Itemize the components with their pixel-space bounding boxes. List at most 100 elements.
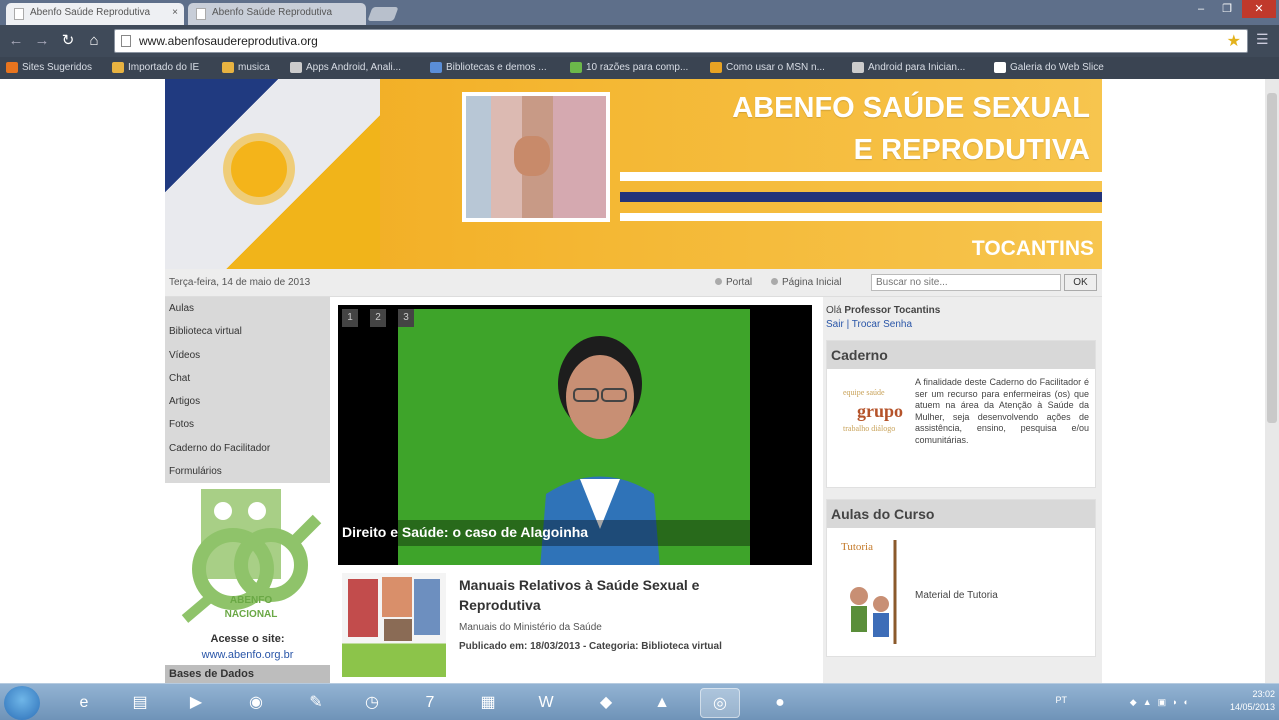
abenfo-nacional-logo[interactable]: ABENFO NACIONAL xyxy=(171,487,326,635)
site-title: ABENFO SAÚDE SEXUAL E REPRODUTIVA xyxy=(732,92,1090,166)
address-bar[interactable]: ★ xyxy=(114,29,1248,53)
word-icon[interactable]: W xyxy=(526,688,566,718)
video-slider[interactable]: 1 2 3 Direito e Saúde: o caso de Alagoin… xyxy=(338,305,812,565)
caderno-box: Caderno equipe saúde grupo trabalho diál… xyxy=(826,340,1096,488)
svg-text:trabalho diálogo: trabalho diálogo xyxy=(843,424,895,433)
stripe xyxy=(620,213,1102,221)
internet-explorer-icon[interactable]: e xyxy=(64,688,104,718)
svg-text:equipe saúde: equipe saúde xyxy=(843,388,885,397)
page-icon xyxy=(852,62,864,73)
article-title[interactable]: Manuais Relativos à Saúde Sexual e Repro… xyxy=(459,575,759,615)
tutoria-image[interactable]: Tutoria xyxy=(835,534,913,650)
svg-text:Tutoria: Tutoria xyxy=(841,541,873,553)
bookmark-item[interactable]: Sites Sugeridos xyxy=(6,60,92,76)
tutoria-link[interactable]: Material de Tutoria xyxy=(915,590,998,601)
minimize-icon[interactable]: – xyxy=(1188,0,1214,18)
close-icon[interactable]: × xyxy=(172,3,178,23)
folder-icon[interactable]: ▤ xyxy=(120,688,160,718)
portal-link[interactable]: Portal xyxy=(715,277,752,288)
side-menu: Aulas Biblioteca virtual Vídeos Chat Art… xyxy=(165,297,330,484)
bookmark-folder[interactable]: musica xyxy=(222,60,270,76)
abenfo-link[interactable]: www.abenfo.org.br xyxy=(165,649,330,661)
scroll-thumb[interactable] xyxy=(1267,93,1277,423)
svg-text:ABENFO: ABENFO xyxy=(230,595,272,606)
article-meta: Publicado em: 18/03/2013 - Categoria: Bi… xyxy=(459,641,722,652)
site-search-input[interactable] xyxy=(871,274,1061,291)
sun-icon xyxy=(231,141,287,197)
app-7-icon[interactable]: 7 xyxy=(410,688,450,718)
language-indicator[interactable]: PT xyxy=(1055,694,1067,707)
menu-item-fotos[interactable]: Fotos xyxy=(165,413,330,436)
word-cloud-image[interactable]: equipe saúde grupo trabalho diálogo xyxy=(841,381,907,439)
menu-item-aulas[interactable]: Aulas xyxy=(165,297,330,320)
page-icon xyxy=(570,62,582,73)
site-banner: ABENFO SAÚDE SEXUAL E REPRODUTIVA TOCANT… xyxy=(165,79,1102,269)
page-scrollbar[interactable] xyxy=(1265,79,1279,683)
bookmark-item[interactable]: Bibliotecas e demos ... xyxy=(430,60,547,76)
tab-inactive[interactable]: Abenfo Saúde Reprodutiva xyxy=(188,3,366,25)
article-thumbnail[interactable] xyxy=(342,573,446,677)
recorder-icon[interactable]: ● xyxy=(760,688,800,718)
tab-label: Abenfo Saúde Reprodutiva xyxy=(212,7,333,18)
home-icon[interactable]: ⌂ xyxy=(84,32,104,50)
chrome-icon[interactable]: ◎ xyxy=(700,688,740,718)
search-ok-button[interactable]: OK xyxy=(1064,274,1097,291)
files-icon[interactable]: ◆ xyxy=(586,688,626,718)
page-icon xyxy=(290,62,302,73)
bookmark-item[interactable]: Galeria do Web Slice xyxy=(994,60,1104,76)
aulas-heading: Aulas do Curso xyxy=(827,500,1095,528)
logout-link[interactable]: Sair xyxy=(826,319,844,330)
new-tab-button[interactable] xyxy=(367,7,399,21)
slide-1-button[interactable]: 1 xyxy=(342,309,358,327)
folder-icon xyxy=(112,62,124,73)
menu-item-caderno[interactable]: Caderno do Facilitador xyxy=(165,437,330,460)
bookmark-item[interactable]: Android para Inician... xyxy=(852,60,965,76)
holding-hands-photo xyxy=(462,92,610,222)
tray-icons[interactable]: ◆▲▣◗◐ xyxy=(1085,696,1195,710)
tab-active[interactable]: Abenfo Saúde Reprodutiva × xyxy=(6,3,184,25)
url-input[interactable] xyxy=(139,32,1139,50)
menu-item-formularios[interactable]: Formulários xyxy=(165,460,330,483)
media-player-icon[interactable]: ▶ xyxy=(176,688,216,718)
clock-app-icon[interactable]: ◷ xyxy=(352,688,392,718)
clock-time: 23:02 xyxy=(1252,689,1275,699)
article-subtitle: Manuais do Ministério da Saúde xyxy=(459,622,602,633)
page-icon xyxy=(121,35,131,47)
reload-icon[interactable]: ↻ xyxy=(58,32,78,50)
user-name: Professor Tocantins xyxy=(844,305,941,316)
start-button[interactable] xyxy=(4,686,40,720)
clock-date: 14/05/2013 xyxy=(1229,702,1275,712)
notes-icon[interactable]: ▦ xyxy=(468,688,508,718)
bookmark-icon xyxy=(6,62,18,73)
bookmark-folder[interactable]: Importado do IE xyxy=(112,60,199,76)
menu-item-chat[interactable]: Chat xyxy=(165,367,330,390)
bookmark-item[interactable]: Apps Android, Anali... xyxy=(290,60,401,76)
home-link[interactable]: Página Inicial xyxy=(771,277,841,288)
close-window-icon[interactable]: ✕ xyxy=(1242,0,1276,18)
forward-icon[interactable]: → xyxy=(32,32,52,50)
wrench-icon[interactable]: ☰ xyxy=(1256,31,1272,49)
menu-item-artigos[interactable]: Artigos xyxy=(165,390,330,413)
clock[interactable]: 23:02 14/05/2013 xyxy=(1205,688,1275,714)
maximize-icon[interactable]: ❐ xyxy=(1214,0,1240,18)
network-icon[interactable]: ◉ xyxy=(236,688,276,718)
menu-item-videos[interactable]: Vídeos xyxy=(165,344,330,367)
change-password-link[interactable]: Trocar Senha xyxy=(852,319,912,330)
star-icon[interactable]: ★ xyxy=(1227,31,1241,51)
menu-item-biblioteca[interactable]: Biblioteca virtual xyxy=(165,320,330,343)
bookmark-item[interactable]: Como usar o MSN n... xyxy=(710,60,825,76)
web-page: ABENFO SAÚDE SEXUAL E REPRODUTIVA TOCANT… xyxy=(0,79,1265,683)
system-tray: PT ◆▲▣◗◐ 23:02 14/05/2013 xyxy=(1055,688,1275,718)
page-icon xyxy=(994,62,1006,73)
vlc-icon[interactable]: ▲ xyxy=(642,688,682,718)
slide-3-button[interactable]: 3 xyxy=(398,309,414,327)
slide-caption[interactable]: Direito e Saúde: o caso de Alagoinha xyxy=(338,520,812,546)
tocantins-flag-image xyxy=(165,79,380,269)
back-icon[interactable]: ← xyxy=(6,32,26,50)
paint-icon[interactable]: ✎ xyxy=(296,688,336,718)
stripe xyxy=(620,192,1102,202)
info-bar: Terça-feira, 14 de maio de 2013 Portal P… xyxy=(165,269,1102,297)
browser-toolbar: ← → ↻ ⌂ ★ xyxy=(0,25,1279,57)
slide-2-button[interactable]: 2 xyxy=(370,309,386,327)
bookmark-item[interactable]: 10 razões para comp... xyxy=(570,60,688,76)
